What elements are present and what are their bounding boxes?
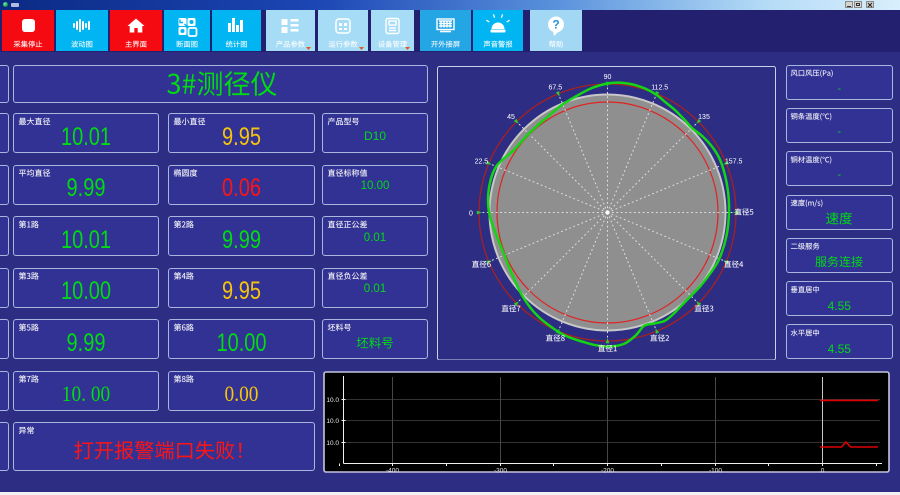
svg-text:?: ? bbox=[552, 18, 559, 32]
